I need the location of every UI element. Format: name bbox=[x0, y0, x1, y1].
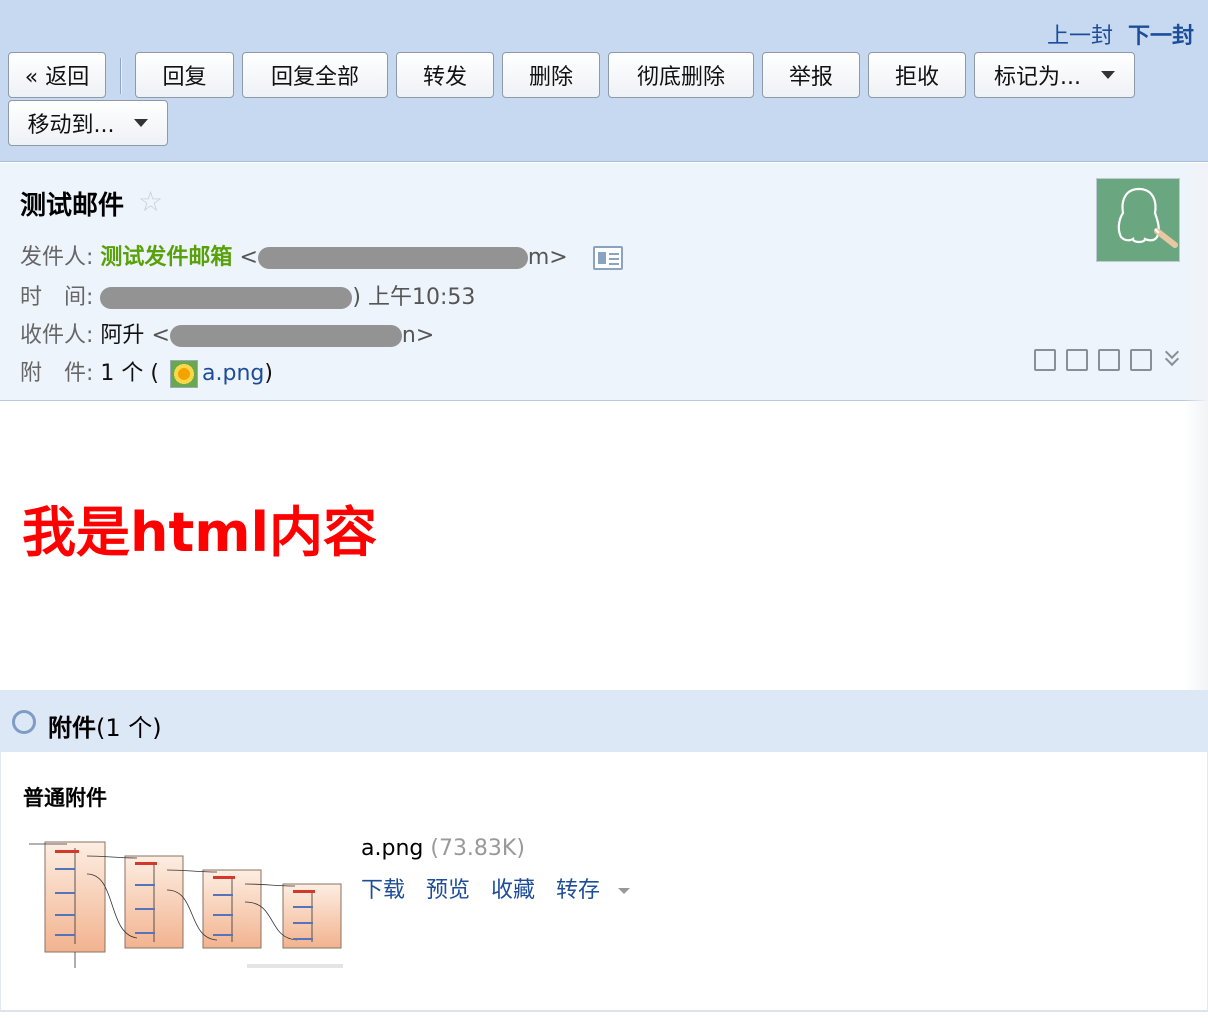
redacted-date bbox=[100, 287, 353, 309]
attachment-row: 附 件: 1 个 ( a.png) bbox=[20, 355, 273, 388]
print-icon[interactable] bbox=[1130, 349, 1152, 371]
chevron-down-icon bbox=[618, 888, 631, 894]
mail-header: 测试邮件 ☆ 发件人: 测试发件邮箱 < m> 时 间: ) 上午10:53 收件… bbox=[0, 163, 1208, 401]
reply-button[interactable]: 回复 bbox=[135, 52, 234, 98]
prev-next-nav: 上一封 下一封 bbox=[1039, 18, 1194, 50]
attachment-file-info: a.png (73.83K) bbox=[361, 836, 525, 861]
redacted-recipient-email bbox=[169, 325, 402, 347]
forward-button[interactable]: 转发 bbox=[396, 52, 494, 98]
attachments-section: 普通附件 a.png (73.83K) 下载 预览 收藏 转存 bbox=[0, 752, 1208, 1012]
preview-link[interactable]: 预览 bbox=[426, 878, 470, 903]
attachment-link[interactable]: a.png bbox=[202, 361, 264, 386]
recipient-open-angle: < bbox=[151, 323, 170, 348]
sender-open-angle: < bbox=[239, 245, 258, 270]
diagram-thumbnail-image bbox=[29, 841, 343, 968]
attachment-file-size: (73.83K) bbox=[430, 836, 525, 861]
time-label: 时 间: bbox=[20, 285, 94, 310]
report-button[interactable]: 举报 bbox=[762, 52, 860, 98]
mail-subject: 测试邮件 bbox=[20, 191, 125, 221]
reject-button[interactable]: 拒收 bbox=[868, 52, 966, 98]
image-file-icon bbox=[170, 360, 198, 388]
time-value: ) 上午10:53 bbox=[352, 285, 476, 310]
recipient-row: 收件人: 阿升 < n> bbox=[20, 317, 434, 349]
download-mail-icon[interactable] bbox=[1098, 349, 1120, 371]
mark-as-dropdown[interactable]: 标记为... bbox=[974, 52, 1135, 98]
recipient-name[interactable]: 阿升 bbox=[100, 323, 144, 348]
chevron-down-icon bbox=[1100, 71, 1115, 79]
next-mail-link[interactable]: 下一封 bbox=[1128, 24, 1194, 49]
recipient-close-angle: n> bbox=[401, 323, 435, 348]
normal-attachments-label: 普通附件 bbox=[23, 786, 107, 810]
mail-tools bbox=[1034, 349, 1184, 371]
avatar-penguin-icon bbox=[1117, 187, 1178, 248]
chevron-down-icon bbox=[134, 119, 149, 127]
prev-mail-link[interactable]: 上一封 bbox=[1047, 24, 1113, 49]
delete-button[interactable]: 删除 bbox=[502, 52, 600, 98]
attachments-header: 附件(1 个) bbox=[0, 690, 1208, 752]
expand-more-icon[interactable] bbox=[1162, 349, 1184, 371]
move-to-dropdown[interactable]: 移动到... bbox=[8, 100, 168, 146]
star-icon[interactable]: ☆ bbox=[138, 185, 163, 218]
view-source-icon[interactable] bbox=[1066, 349, 1088, 371]
paperclip-icon bbox=[7, 705, 41, 739]
mail-toolbar: 上一封 下一封 « 返回 回复 回复全部 转发 删除 彻底删除 举报 拒收 标记… bbox=[0, 0, 1208, 162]
attachment-label: 附 件: bbox=[20, 361, 94, 386]
attachment-count: 1 个 ( bbox=[100, 361, 159, 386]
new-window-icon[interactable] bbox=[1034, 349, 1056, 371]
scrollbar-shadow bbox=[1184, 163, 1208, 693]
time-row: 时 间: ) 上午10:53 bbox=[20, 279, 475, 311]
reply-all-button[interactable]: 回复全部 bbox=[242, 52, 388, 98]
toolbar-separator bbox=[120, 58, 122, 94]
sender-name[interactable]: 测试发件邮箱 bbox=[100, 245, 232, 270]
back-button[interactable]: « 返回 bbox=[8, 52, 106, 98]
attachment-actions: 下载 预览 收藏 转存 bbox=[361, 872, 658, 904]
sender-close-angle: m> bbox=[527, 245, 568, 270]
favorite-link[interactable]: 收藏 bbox=[491, 878, 535, 903]
mark-as-label: 标记为... bbox=[994, 65, 1081, 90]
attachment-file-name: a.png bbox=[361, 836, 424, 861]
sender-label: 发件人: bbox=[20, 245, 94, 270]
mail-body-content: 我是html内容 bbox=[22, 501, 378, 564]
attachment-close-paren: ) bbox=[264, 361, 273, 386]
move-to-label: 移动到... bbox=[27, 113, 115, 138]
recipient-label: 收件人: bbox=[20, 323, 94, 348]
attachments-title: 附件(1 个) bbox=[48, 708, 162, 743]
attachments-count: (1 个) bbox=[96, 714, 162, 742]
redacted-sender-email bbox=[257, 247, 528, 269]
sender-row: 发件人: 测试发件邮箱 < m> bbox=[20, 239, 623, 271]
download-link[interactable]: 下载 bbox=[361, 878, 405, 903]
sender-avatar bbox=[1096, 178, 1180, 262]
attachments-title-text: 附件 bbox=[48, 714, 96, 742]
save-to-label: 转存 bbox=[556, 878, 601, 903]
contact-card-icon[interactable] bbox=[592, 246, 623, 270]
permanent-delete-button[interactable]: 彻底删除 bbox=[608, 52, 754, 98]
save-to-dropdown[interactable]: 转存 bbox=[556, 878, 644, 903]
attachment-thumbnail[interactable] bbox=[27, 834, 345, 974]
